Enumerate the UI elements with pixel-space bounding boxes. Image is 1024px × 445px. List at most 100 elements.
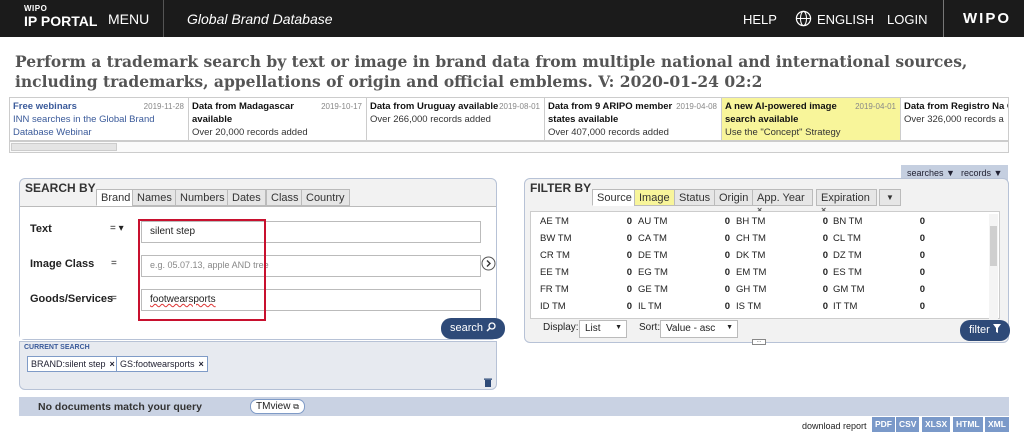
filter-value-cell[interactable]: BH TM 0: [736, 216, 828, 227]
filter-value-cell[interactable]: IS TM 0: [736, 301, 828, 312]
app-title[interactable]: Global Brand Database: [187, 11, 333, 27]
tab-expiration[interactable]: Expiration ×: [816, 189, 877, 215]
filter-panel-title: FILTER BY: [530, 181, 592, 195]
tab-country[interactable]: Country: [301, 189, 350, 206]
download-xlsx-button[interactable]: XLSX: [922, 417, 951, 432]
filter-value-cell[interactable]: BW TM 0: [540, 233, 632, 244]
tab-image[interactable]: Image: [634, 189, 675, 206]
tab-numbers[interactable]: Numbers: [175, 189, 230, 206]
filter-value-count: 0: [724, 216, 730, 227]
magnifier-icon: [486, 322, 496, 332]
filter-value-count: 0: [822, 284, 828, 295]
filter-value-cell[interactable]: EG TM 0: [638, 267, 730, 278]
filter-value-cell[interactable]: EM TM 0: [736, 267, 828, 278]
filter-value-cell[interactable]: CH TM 0: [736, 233, 828, 244]
news-scrollbar[interactable]: [9, 141, 1009, 153]
news-item[interactable]: 2019-04-01 A new AI-powered image search…: [722, 98, 901, 140]
news-subtitle: INN searches in the Global Brand Databas…: [13, 114, 155, 138]
filter-value-name: IS TM: [736, 301, 762, 312]
tab-status[interactable]: Status: [674, 189, 716, 206]
filter-value-count: 0: [919, 267, 925, 278]
download-csv-button[interactable]: CSV: [896, 417, 920, 432]
display-select[interactable]: List ▼: [579, 320, 627, 338]
download-html-button[interactable]: HTML: [953, 417, 983, 432]
globe-icon[interactable]: [795, 10, 812, 27]
news-item[interactable]: Data from Registro Na Costa Rica availab…: [901, 98, 1008, 140]
help-link[interactable]: HELP: [743, 12, 777, 27]
filter-value-count: 0: [724, 267, 730, 278]
filter-value-cell[interactable]: AU TM 0: [638, 216, 730, 227]
filter-value-cell[interactable]: DZ TM 0: [833, 250, 925, 261]
filter-value-cell[interactable]: FR TM 0: [540, 284, 632, 295]
wipo-logo[interactable]: WIPO: [963, 10, 1011, 27]
news-item[interactable]: 2019-10-17 Data from Madagascar availabl…: [189, 98, 367, 140]
tab-dates[interactable]: Dates: [227, 189, 266, 206]
filter-chip[interactable]: BRAND:silent step ×: [27, 356, 119, 372]
filter-value-cell[interactable]: DE TM 0: [638, 250, 730, 261]
filter-button[interactable]: filter: [960, 320, 1010, 341]
tab-brand[interactable]: Brand: [96, 189, 136, 206]
filter-value-count: 0: [626, 233, 632, 244]
filter-value-cell[interactable]: EE TM 0: [540, 267, 632, 278]
scrollbar-thumb[interactable]: [11, 143, 117, 151]
sort-select-value: Value - asc: [666, 323, 716, 334]
filter-value-cell[interactable]: BN TM 0: [833, 216, 925, 227]
tab-source[interactable]: Source: [592, 189, 637, 206]
tab-label: Expiration: [821, 192, 870, 204]
filter-value-cell[interactable]: ES TM 0: [833, 267, 925, 278]
filter-value-cell[interactable]: GM TM 0: [833, 284, 925, 295]
filter-value-cell[interactable]: CA TM 0: [638, 233, 730, 244]
news-item[interactable]: 2019-08-01 Data from Uruguay available O…: [367, 98, 545, 140]
tab-names[interactable]: Names: [132, 189, 177, 206]
tmview-button[interactable]: TMview ⧉: [250, 399, 305, 414]
download-pdf-button[interactable]: PDF: [872, 417, 895, 432]
filter-chip[interactable]: GS:footwearsports ×: [116, 356, 208, 372]
filter-value-count: 0: [822, 301, 828, 312]
filter-value-cell[interactable]: IT TM 0: [833, 301, 925, 312]
tab-origin[interactable]: Origin: [714, 189, 754, 206]
news-item[interactable]: 2019-11-28 Free webinars INN searches in…: [10, 98, 189, 140]
trash-icon[interactable]: [484, 378, 492, 387]
close-icon[interactable]: ×: [199, 359, 204, 369]
filter-value-count: 0: [919, 301, 925, 312]
filter-value-cell[interactable]: GE TM 0: [638, 284, 730, 295]
filter-value-name: BH TM: [736, 216, 766, 227]
filter-value-name: AU TM: [638, 216, 668, 227]
filter-grid-scrollbar[interactable]: [989, 214, 998, 320]
filter-value-count: 0: [822, 216, 828, 227]
arrow-right-circle-icon[interactable]: [481, 256, 496, 271]
scrollbar-thumb[interactable]: [990, 226, 997, 266]
filter-value-name: EM TM: [736, 267, 767, 278]
filter-value-cell[interactable]: CL TM 0: [833, 233, 925, 244]
goods-services-label: Goods/Services: [30, 293, 114, 305]
tab-label: App. Year: [757, 192, 805, 204]
login-link[interactable]: LOGIN: [887, 12, 927, 27]
tabs-overflow-dropdown[interactable]: ▼: [879, 189, 901, 206]
filter-value-name: IT TM: [833, 301, 858, 312]
search-button[interactable]: search: [441, 318, 506, 339]
filter-value-cell[interactable]: CR TM 0: [540, 250, 632, 261]
filter-value-cell[interactable]: AE TM 0: [540, 216, 632, 227]
tab-app-year[interactable]: App. Year ×: [752, 189, 813, 215]
wipo-ip-portal-logo[interactable]: WIPO IP PORTAL: [24, 5, 97, 29]
filter-value-cell[interactable]: IL TM 0: [638, 301, 730, 312]
filter-button-label: filter: [969, 324, 990, 336]
sort-select[interactable]: Value - asc ▼: [660, 320, 738, 338]
filter-value-cell[interactable]: GH TM 0: [736, 284, 828, 295]
filter-value-cell[interactable]: DK TM 0: [736, 250, 828, 261]
close-icon[interactable]: ×: [110, 359, 115, 369]
tab-class[interactable]: Class: [266, 189, 304, 206]
filter-value-name: ID TM: [540, 301, 566, 312]
menu-button[interactable]: MENU: [108, 11, 149, 27]
resize-handle-icon[interactable]: ···: [752, 339, 766, 345]
news-title: Data from 9 ARIPO member states availabl…: [548, 101, 673, 125]
language-selector[interactable]: ENGLISH: [817, 12, 874, 27]
text-operator-select[interactable]: = ▾: [110, 223, 124, 234]
filter-value-name: GH TM: [736, 284, 767, 295]
filter-value-cell[interactable]: ID TM 0: [540, 301, 632, 312]
download-xml-button[interactable]: XML: [985, 417, 1009, 432]
filter-value-count: 0: [626, 301, 632, 312]
goods-services-operator: =: [111, 293, 117, 304]
filter-value-name: CR TM: [540, 250, 570, 261]
news-item[interactable]: 2019-04-08 Data from 9 ARIPO member stat…: [545, 98, 722, 140]
